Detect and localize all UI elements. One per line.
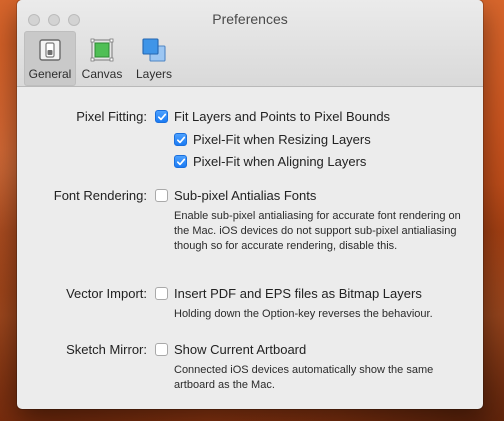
window-title: Preferences <box>212 11 288 27</box>
general-switch-icon <box>39 39 61 61</box>
pixel-fit-resizing-checkbox[interactable] <box>174 133 187 146</box>
show-artboard-checkbox[interactable] <box>155 343 168 356</box>
checkmark-icon <box>157 113 166 120</box>
bitmap-layers-text: Insert PDF and EPS files as Bitmap Layer… <box>174 286 422 301</box>
sketch-mirror-help: Connected iOS devices automatically show… <box>174 364 434 391</box>
fit-layers-option[interactable]: Fit Layers and Points to Pixel Bounds <box>155 109 390 124</box>
pixel-fitting-label: Pixel Fitting: <box>76 109 147 124</box>
tab-canvas[interactable]: Canvas <box>76 31 128 86</box>
vector-import-help: Holding down the Option-key reverses the… <box>174 308 433 320</box>
checkmark-icon <box>176 136 185 143</box>
fit-layers-checkbox[interactable] <box>155 110 168 123</box>
subpixel-antialias-checkbox[interactable] <box>155 189 168 202</box>
pixel-fit-resizing-text: Pixel-Fit when Resizing Layers <box>193 132 371 147</box>
tab-general-label: General <box>28 67 72 81</box>
pixel-fit-aligning-text: Pixel-Fit when Aligning Layers <box>193 154 367 169</box>
sketch-mirror-label: Sketch Mirror: <box>66 342 147 357</box>
bitmap-layers-checkbox[interactable] <box>155 287 168 300</box>
show-artboard-option[interactable]: Show Current Artboard <box>155 342 306 357</box>
font-rendering-label: Font Rendering: <box>53 188 147 203</box>
preferences-window: Preferences General Canvas Layers Pixel … <box>17 0 483 409</box>
canvas-icon <box>90 38 114 62</box>
subpixel-antialias-option[interactable]: Sub-pixel Antialias Fonts <box>155 188 316 203</box>
tab-general[interactable]: General <box>24 31 76 86</box>
tab-layers-label: Layers <box>135 67 173 81</box>
font-rendering-help: Enable sub-pixel antialiasing for accura… <box>174 210 461 252</box>
pixel-fit-resizing-option[interactable]: Pixel-Fit when Resizing Layers <box>174 132 371 147</box>
bitmap-layers-option[interactable]: Insert PDF and EPS files as Bitmap Layer… <box>155 286 422 301</box>
pixel-fit-aligning-option[interactable]: Pixel-Fit when Aligning Layers <box>174 154 366 169</box>
preferences-toolbar: General Canvas Layers <box>24 31 180 86</box>
subpixel-antialias-text: Sub-pixel Antialias Fonts <box>174 188 317 203</box>
titlebar: Preferences General Canvas Layers <box>17 0 483 87</box>
layers-icon <box>142 38 166 62</box>
tab-layers[interactable]: Layers <box>128 31 180 86</box>
show-artboard-text: Show Current Artboard <box>174 342 307 357</box>
fit-layers-text: Fit Layers and Points to Pixel Bounds <box>174 109 391 124</box>
tab-canvas-label: Canvas <box>81 67 123 81</box>
vector-import-label: Vector Import: <box>66 286 147 301</box>
checkmark-icon <box>176 158 185 165</box>
pixel-fit-aligning-checkbox[interactable] <box>174 155 187 168</box>
